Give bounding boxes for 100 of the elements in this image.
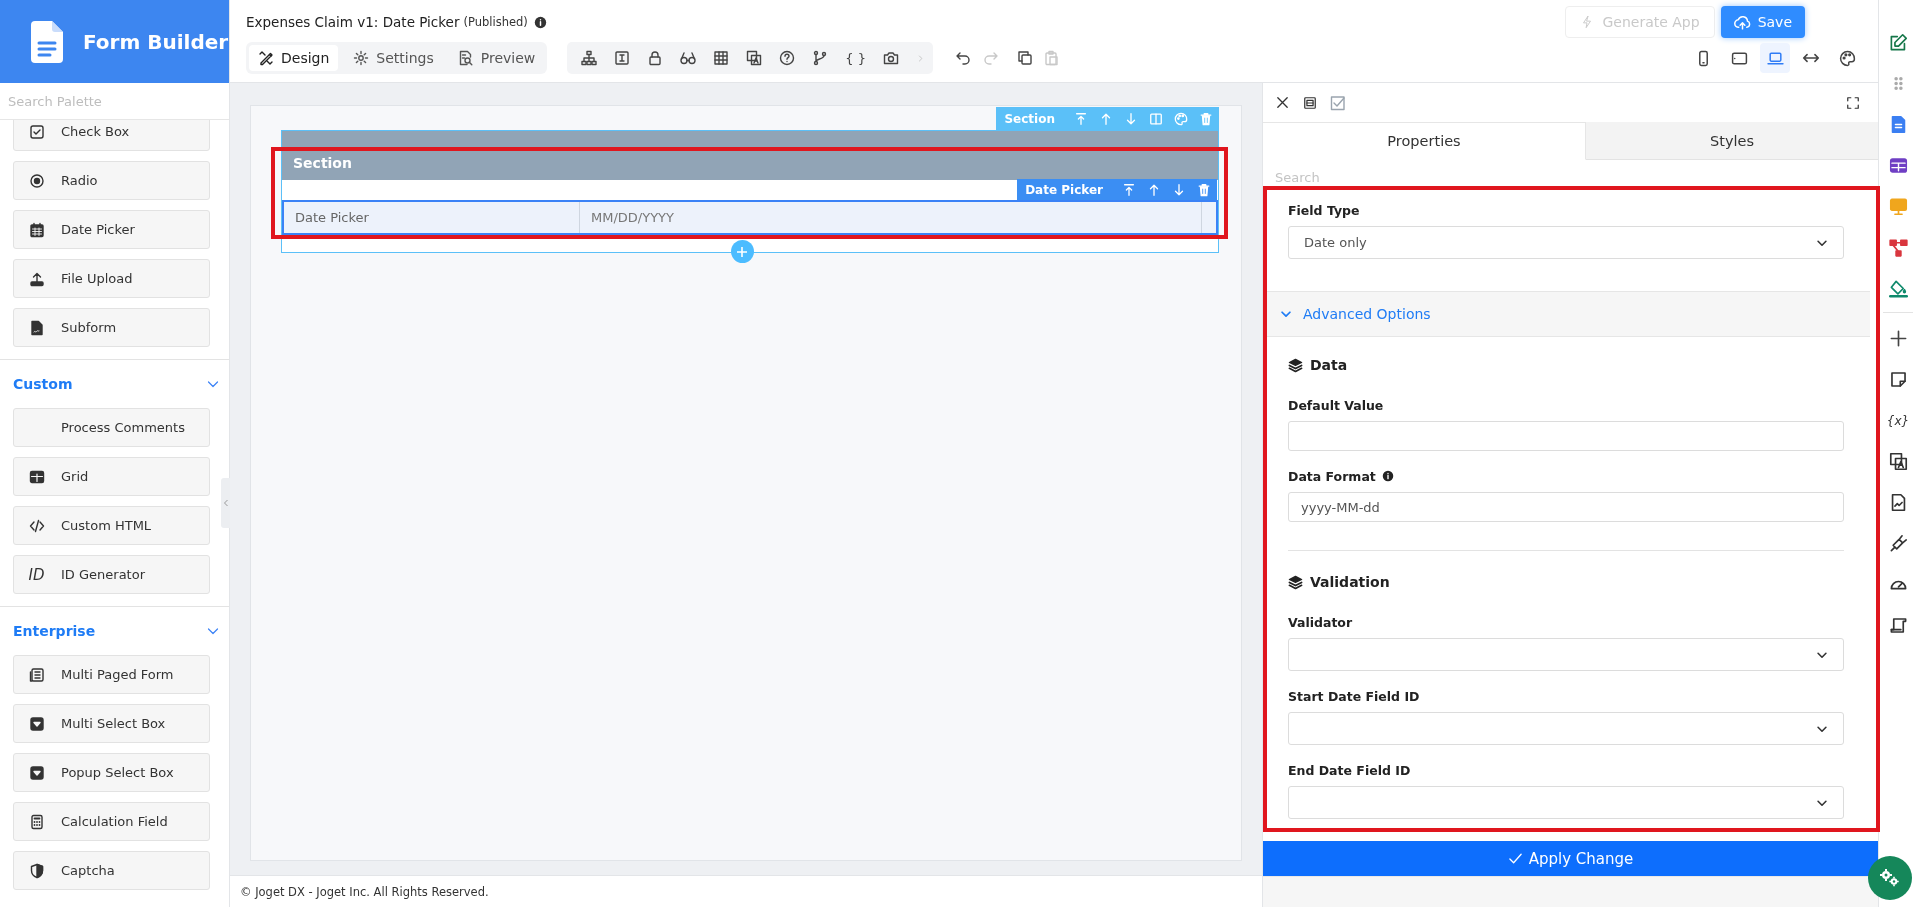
palette-group-title[interactable]: Custom — [13, 376, 73, 392]
document-icon — [28, 319, 45, 336]
palette-item[interactable]: Date Picker — [13, 210, 210, 249]
scroll-icon[interactable] — [1888, 616, 1908, 635]
variable-icon[interactable]: {x} — [1886, 411, 1910, 430]
palette-item[interactable]: Subform — [13, 308, 210, 347]
code-icon — [28, 517, 45, 534]
date-placeholder: MM/DD/YYYY — [590, 209, 675, 227]
calendar-icon — [28, 221, 45, 238]
palette-item[interactable]: Popup Select Box — [13, 753, 210, 792]
edit-icon[interactable] — [1888, 33, 1908, 52]
group-heading: Data — [1310, 357, 1348, 373]
form-title: Expenses Claim v1: Date Picker — [246, 14, 460, 30]
plus-icon[interactable] — [1888, 329, 1908, 348]
document-logo-icon — [31, 20, 63, 63]
arrow-up-icon[interactable] — [1147, 182, 1161, 197]
translate-icon[interactable] — [1888, 452, 1908, 471]
text-field[interactable] — [1288, 421, 1844, 451]
section-title: Section — [293, 155, 352, 171]
check-box-icon — [28, 123, 45, 140]
palette-item[interactable]: Grid — [13, 457, 210, 496]
palette-item[interactable]: ID ID Generator — [13, 555, 210, 594]
palette-group-title[interactable]: Enterprise — [13, 623, 96, 639]
laptop-icon — [1766, 49, 1784, 67]
settings-button[interactable] — [1868, 856, 1912, 900]
palette-item[interactable]: Multi Paged Form — [13, 655, 210, 694]
text-field[interactable]: yyyy-MM-dd — [1288, 492, 1844, 522]
select-field[interactable] — [1288, 712, 1844, 745]
form-icon[interactable] — [1303, 95, 1317, 110]
lock-icon[interactable] — [647, 50, 664, 66]
palette-item[interactable]: Multi Select Box — [13, 704, 210, 743]
dropdown-icon — [28, 715, 45, 732]
trash-icon[interactable] — [1197, 182, 1211, 197]
toolbar-label: Section — [1004, 111, 1055, 126]
grid-icon[interactable] — [1888, 156, 1908, 175]
panel-tab[interactable]: Styles — [1586, 122, 1878, 160]
layers-icon — [1288, 357, 1303, 373]
palette-item[interactable]: Custom HTML — [13, 506, 210, 545]
text-field-icon[interactable] — [614, 50, 631, 66]
palette-icon[interactable] — [1838, 49, 1856, 67]
arrow-down-icon[interactable] — [1172, 182, 1186, 197]
close-icon[interactable] — [1275, 95, 1290, 110]
mode-tab[interactable]: Preview — [448, 45, 545, 71]
palette-item[interactable]: Process Comments — [13, 408, 210, 447]
field-label: Field Type — [1288, 202, 1360, 218]
plus-icon — [736, 245, 748, 258]
camera-icon[interactable] — [882, 50, 899, 66]
palette-item[interactable]: File Upload — [13, 259, 210, 298]
apply-change-button[interactable]: Apply Change — [1263, 841, 1878, 876]
palette-item[interactable]: Radio — [13, 161, 210, 200]
field-label: Validator — [1288, 614, 1353, 630]
binoculars-icon[interactable] — [680, 50, 697, 66]
field-label: End Date Field ID — [1288, 762, 1411, 778]
cloud-upload-icon — [1733, 13, 1751, 31]
info-icon — [533, 15, 547, 29]
braces-icon[interactable]: { } — [845, 50, 866, 66]
toolbar-label: Date Picker — [1025, 182, 1103, 197]
table-icon[interactable] — [713, 50, 730, 66]
flow-icon[interactable] — [1888, 238, 1908, 257]
copy-icon[interactable] — [1016, 50, 1033, 66]
copyright-text: © Joget DX - Joget Inc. All Rights Reserved. — [240, 884, 489, 899]
app-title: Form Builder — [83, 29, 229, 54]
date-picker-field[interactable]: Date Picker MM/DD/YYYY — [282, 200, 1218, 235]
palette-item[interactable]: Calculation Field — [13, 802, 210, 841]
undo-icon[interactable] — [954, 50, 971, 66]
select-field[interactable] — [1288, 638, 1844, 671]
paint-bucket-icon[interactable] — [1888, 279, 1908, 298]
checkmark-icon — [1507, 851, 1523, 866]
mode-tab[interactable]: Settings — [344, 45, 443, 71]
branch-icon[interactable] — [812, 50, 829, 66]
dropdown-icon — [28, 764, 45, 781]
collapse-handle[interactable] — [221, 478, 230, 528]
status-label: (Published) — [463, 15, 528, 29]
device-toggle[interactable] — [1760, 43, 1790, 73]
select-field[interactable] — [1288, 786, 1844, 819]
note-icon[interactable] — [1888, 370, 1908, 389]
group-heading: Validation — [1310, 574, 1390, 590]
fullscreen-icon[interactable] — [1846, 95, 1860, 110]
newspaper-icon — [28, 666, 45, 683]
upload-icon — [28, 270, 45, 287]
plug-icon[interactable] — [1888, 534, 1908, 553]
gears-icon — [1879, 868, 1901, 888]
shield-icon — [28, 862, 45, 879]
mode-tab[interactable]: Design — [249, 45, 339, 71]
document-search-icon — [457, 50, 474, 66]
select-field[interactable]: Date only — [1288, 226, 1844, 259]
settings-icon — [353, 50, 370, 66]
checkbox-icon[interactable] — [1330, 94, 1346, 111]
field-label: Data Format — [1288, 468, 1376, 484]
form-section[interactable]: Section Date Picker Date Picker MM/DD/YYYY — [281, 130, 1219, 253]
help-icon[interactable] — [779, 50, 796, 66]
palette-item[interactable]: Captcha — [13, 851, 210, 890]
design-tools-icon — [258, 50, 274, 66]
move-top-icon[interactable] — [1122, 182, 1136, 197]
palette-item[interactable]: Check Box — [13, 120, 210, 151]
field-label: Start Date Field ID — [1288, 688, 1420, 704]
layers-icon — [1288, 574, 1303, 590]
sitemap-icon[interactable] — [581, 50, 598, 66]
panel-tab[interactable]: Properties — [1263, 122, 1586, 160]
translate-icon[interactable] — [746, 50, 763, 66]
